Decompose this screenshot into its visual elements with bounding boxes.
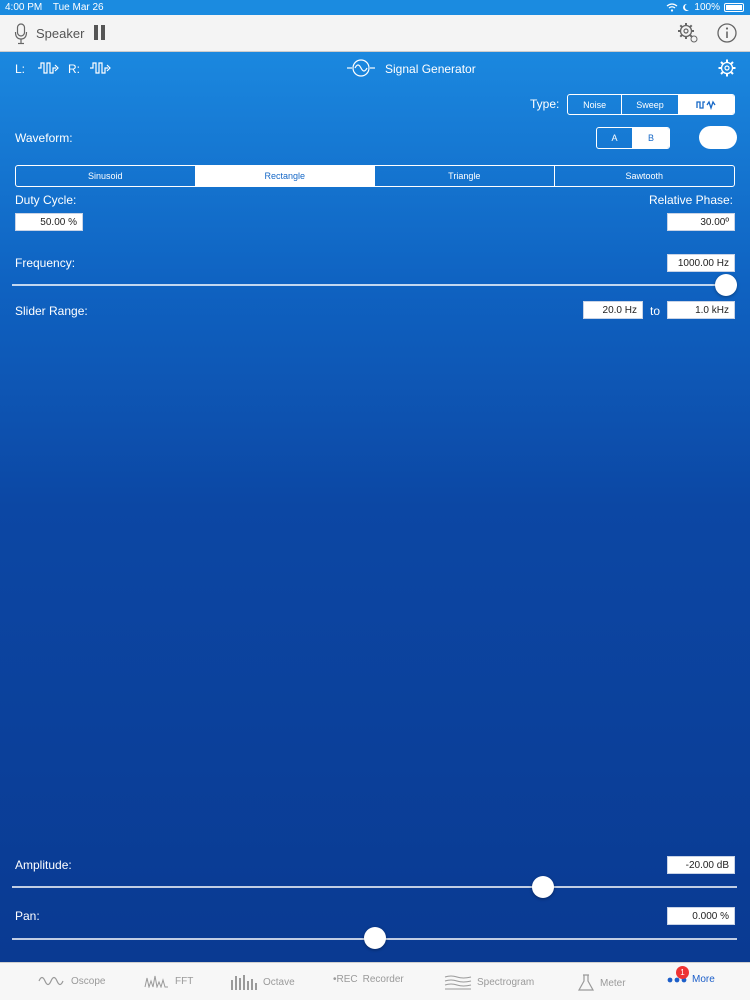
slider-range-max-field[interactable]: 1.0 kHz	[667, 301, 735, 319]
tab-meter[interactable]: Meter	[577, 974, 626, 992]
waveform-segmented-control: Sinusoid Rectangle Triangle Sawtooth	[15, 165, 735, 187]
meter-flask-icon	[577, 974, 595, 991]
octave-icon	[231, 975, 257, 990]
waveform-label: Waveform:	[15, 131, 73, 145]
battery-icon	[724, 3, 744, 12]
signal-generator-icon	[347, 59, 375, 77]
amplitude-label: Amplitude:	[15, 858, 72, 872]
generator-settings-gear-icon[interactable]	[718, 59, 736, 77]
tab-octave[interactable]: Octave	[230, 974, 295, 990]
waveform-option-sawtooth[interactable]: Sawtooth	[555, 166, 735, 186]
amplitude-field[interactable]: -20.00 dB	[667, 856, 735, 874]
tab-label: FFT	[175, 975, 194, 987]
spectrogram-icon	[444, 975, 472, 990]
frequency-slider-thumb[interactable]	[715, 274, 737, 296]
status-indicators: 100%	[666, 2, 744, 13]
status-bar: 4:00 PM Tue Mar 26 100%	[0, 0, 750, 15]
frequency-slider-track[interactable]	[12, 284, 737, 286]
waveform-enable-toggle[interactable]	[699, 126, 737, 149]
page-title: Signal Generator	[385, 62, 476, 76]
tab-oscope[interactable]: Oscope	[38, 974, 105, 988]
waveform-option-sinusoid[interactable]: Sinusoid	[16, 166, 196, 186]
waveform-option-triangle[interactable]: Triangle	[375, 166, 555, 186]
moon-icon	[683, 3, 690, 11]
tab-label: Recorder	[362, 974, 404, 985]
tab-label: More	[692, 974, 715, 985]
frequency-field[interactable]: 1000.00 Hz	[667, 254, 735, 272]
tab-recorder[interactable]: •REC Recorder	[333, 974, 404, 985]
relative-phase-field[interactable]: 30.00º	[667, 213, 735, 231]
waveform-type-icon	[696, 100, 716, 110]
type-option-sweep[interactable]: Sweep	[622, 95, 679, 114]
battery-percent: 100%	[694, 2, 720, 13]
status-time-date: 4:00 PM Tue Mar 26	[5, 2, 112, 13]
tab-label: Meter	[600, 977, 626, 989]
channel-option-b[interactable]: B	[633, 128, 669, 148]
pan-field[interactable]: 0.000 %	[667, 907, 735, 925]
amplitude-slider-track[interactable]	[12, 886, 737, 888]
tab-label: Oscope	[71, 975, 106, 987]
amplitude-slider-thumb[interactable]	[532, 876, 555, 898]
pan-label: Pan:	[15, 909, 40, 923]
fft-icon	[144, 975, 168, 988]
right-channel-label: R:	[68, 62, 80, 76]
tab-more[interactable]: More	[667, 974, 715, 985]
tab-label: Octave	[263, 976, 295, 988]
tab-fft[interactable]: FFT	[144, 974, 193, 988]
info-icon[interactable]	[716, 22, 738, 44]
app-header: Speaker	[0, 15, 750, 52]
type-segmented-control: Noise Sweep	[567, 94, 735, 115]
duty-cycle-label: Duty Cycle:	[15, 193, 77, 207]
frequency-label: Frequency:	[15, 256, 76, 270]
status-date: Tue Mar 26	[52, 2, 104, 13]
status-time: 4:00 PM	[5, 2, 43, 13]
duty-cycle-field[interactable]: 50.00 %	[15, 213, 83, 231]
left-channel-wave-icon[interactable]	[37, 61, 59, 75]
channel-ab-segmented-control: A B	[596, 127, 670, 149]
type-option-waveform[interactable]	[678, 95, 734, 114]
waveform-option-rectangle[interactable]: Rectangle	[195, 166, 375, 186]
type-option-noise[interactable]: Noise	[568, 95, 623, 114]
wifi-icon	[667, 3, 678, 12]
slider-range-to-label: to	[650, 304, 661, 318]
type-label: Type:	[530, 97, 560, 111]
tab-spectrogram[interactable]: Spectrogram	[444, 974, 534, 990]
tab-label: Spectrogram	[477, 976, 535, 988]
rec-icon: •REC	[333, 974, 358, 985]
settings-gear-icon[interactable]	[677, 22, 699, 44]
oscope-icon	[38, 976, 64, 986]
input-source-label[interactable]: Speaker	[36, 26, 84, 41]
notification-badge: 1	[676, 966, 689, 979]
pan-slider-thumb[interactable]	[363, 927, 386, 949]
microphone-icon[interactable]	[14, 23, 28, 45]
right-channel-wave-icon[interactable]	[89, 61, 111, 75]
relative-phase-label: Relative Phase:	[648, 193, 733, 207]
pause-icon[interactable]	[93, 25, 107, 40]
slider-range-min-field[interactable]: 20.0 Hz	[583, 301, 643, 319]
signal-generator-panel: L: R: Signal Generator Type: Noise Sweep	[0, 52, 750, 962]
bottom-tab-bar: Oscope FFT Octave •REC Recorder Spectrog…	[0, 962, 750, 1000]
channel-option-a[interactable]: A	[597, 128, 633, 148]
left-channel-label: L:	[15, 62, 26, 76]
slider-range-label: Slider Range:	[15, 304, 88, 318]
